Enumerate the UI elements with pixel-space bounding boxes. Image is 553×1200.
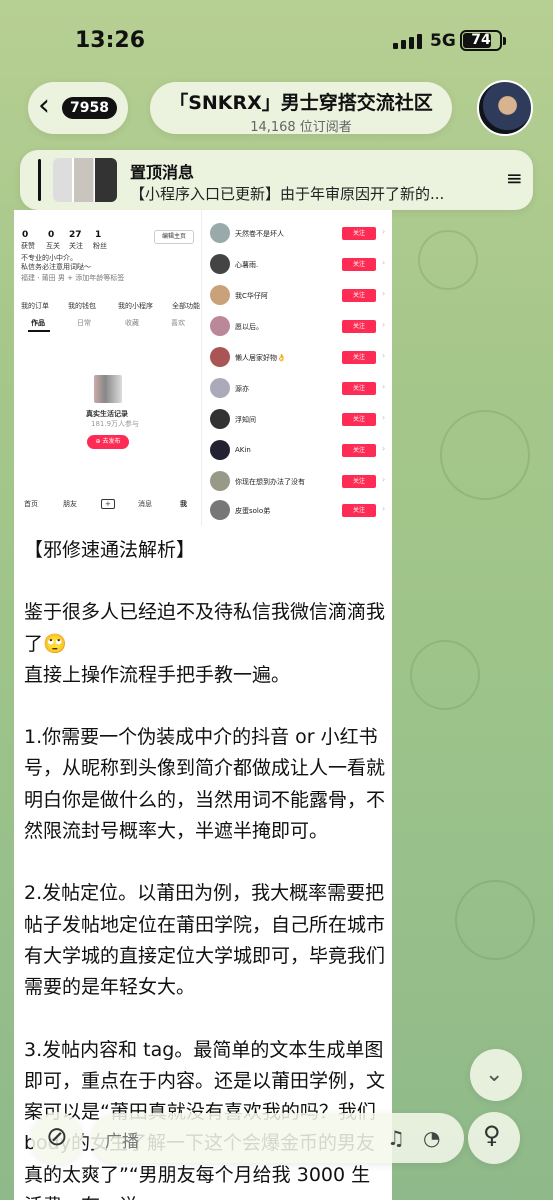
bio-line: 私信务必注意用词哒～ <box>21 263 91 271</box>
shortcut-label: 我的钱包 <box>68 302 96 310</box>
follow-row: 我C华仔阿 关注 › <box>210 285 386 307</box>
subscriber-count: 14,168 位订阅者 <box>250 120 352 135</box>
follow-row: 愿以后。 关注 › <box>210 316 386 338</box>
draft-title: 真实生活记录 <box>86 410 128 418</box>
microphone-icon: ♀ <box>483 1121 501 1149</box>
channel-avatar[interactable] <box>477 80 533 136</box>
tab-favorites: 收藏 <box>125 319 139 327</box>
stat-label: 获赞 <box>21 242 35 250</box>
message-paragraph: 2.发帖定位。以莆田为例，我大概率需要把帖子发帖地定位在莆田学院，自己所在城市有… <box>24 882 386 999</box>
stat-label: 互关 <box>46 242 60 250</box>
profile-screenshot: 0 获赞 0 互关 27 关注 1 粉丝 编辑主页 不专业的小中介。 私信务必注… <box>14 210 202 526</box>
nav-messages: 消息 <box>138 500 152 508</box>
background-doodle <box>418 230 478 290</box>
follow-row: 心薯雨. 关注 › <box>210 254 386 276</box>
follow-row: 懒人居家好物👌 关注 › <box>210 347 386 369</box>
message-image[interactable]: 0 获赞 0 互关 27 关注 1 粉丝 编辑主页 不专业的小中介。 私信务必注… <box>14 210 392 526</box>
battery-icon: 74 <box>460 30 506 51</box>
status-bar: 13:26 5G 74 <box>0 0 553 80</box>
tab-likes: 喜欢 <box>171 319 185 327</box>
pinned-title: 置顶消息 <box>130 163 195 182</box>
draft-thumbnail <box>94 375 122 403</box>
follow-list-screenshot: 天然卷不是坏人 关注 › 心薯雨. 关注 › 我C华仔阿 关注 › 愿以后。 关注 › 懒人居家… <box>204 210 392 526</box>
tab-daily: 日常 <box>77 319 91 327</box>
pinned-text: 【小程序入口已更新】由于年审原因开了新的... <box>130 185 445 203</box>
pinned-message-bar[interactable]: 置顶消息 【小程序入口已更新】由于年审原因开了新的... ≡ <box>20 150 533 210</box>
draft-subtitle: 181.9万人参与 <box>91 420 140 428</box>
follow-row: AKin 关注 › <box>210 440 386 462</box>
nav-home: 首页 <box>24 500 38 508</box>
pinned-thumbnail <box>53 158 117 202</box>
pinned-list-icon[interactable]: ≡ <box>506 166 523 190</box>
signal-icon <box>393 34 422 49</box>
clock: 13:26 <box>75 28 146 53</box>
chevron-down-icon: ⌄ <box>485 1062 504 1087</box>
profile-tags: 福建 · 莆田 男 + 添加年龄等标签 <box>21 274 125 282</box>
chevron-left-icon: ‹ <box>38 88 50 123</box>
background-doodle <box>455 880 535 960</box>
publish-button: ⊕ 去发布 <box>87 435 129 449</box>
message-bubble: 0 获赞 0 互关 27 关注 1 粉丝 编辑主页 不专业的小中介。 私信务必注… <box>14 210 392 1200</box>
stat-num: 27 <box>69 230 82 240</box>
follow-row: 浮知间 关注 › <box>210 409 386 431</box>
stat-num: 0 <box>22 230 29 240</box>
nav-plus: + <box>101 499 115 509</box>
shortcut-label: 我的订单 <box>21 302 49 310</box>
battery-level: 74 <box>471 32 491 48</box>
network-type: 5G <box>430 31 456 51</box>
broadcast-input[interactable]: 广播 ♫ ◔ <box>91 1113 464 1163</box>
shortcut-label: 全部功能 <box>172 302 200 310</box>
channel-title: 「SNKRX」男士穿搭交流社区 <box>169 92 433 114</box>
background-doodle <box>410 640 480 710</box>
back-button[interactable]: ‹ 7958 <box>28 82 128 134</box>
stat-label: 粉丝 <box>93 242 107 250</box>
message-text: 【邪修速通法解析】 鉴于很多人已经迫不及待私信我微信滴滴我了🙄 直接上操作流程手… <box>24 535 386 1200</box>
follow-row: 你现在想到办法了没有 关注 › <box>210 471 386 493</box>
channel-title-button[interactable]: 「SNKRX」男士穿搭交流社区 14,168 位订阅者 <box>150 82 452 135</box>
stat-num: 0 <box>48 230 55 240</box>
pinned-indicator <box>38 159 41 201</box>
microphone-button[interactable]: ♀ <box>468 1112 520 1164</box>
tab-works: 作品 <box>31 319 45 327</box>
shortcut-label: 我的小程序 <box>118 302 153 310</box>
nav-me: 我 <box>180 500 187 508</box>
unread-count-badge: 7958 <box>62 97 117 119</box>
message-paragraph: 1.你需要一个伪装成中介的抖音 or 小红书号，从昵称到头像到简介都做成让人一看… <box>24 726 386 843</box>
nav-friends: 朋友 <box>63 500 77 508</box>
background-doodle <box>440 410 530 500</box>
message-paragraph: 鉴于很多人已经迫不及待私信我微信滴滴我了🙄 直接上操作流程手把手教一遍。 <box>24 601 386 686</box>
bell-icon[interactable]: ♫ <box>387 1126 405 1150</box>
stat-label: 关注 <box>69 242 83 250</box>
input-placeholder: 广播 <box>105 1132 139 1152</box>
follow-row: 皮蛋solo弟 关注 › <box>210 500 386 522</box>
paperclip-icon: ⊘ <box>46 1122 68 1152</box>
edit-profile-button: 编辑主页 <box>154 230 194 244</box>
follow-row: 源亦 关注 › <box>210 378 386 400</box>
scroll-down-button[interactable]: ⌄ <box>470 1049 522 1101</box>
stat-num: 1 <box>95 230 102 240</box>
follow-row: 天然卷不是坏人 关注 › <box>210 223 386 245</box>
message-heading: 【邪修速通法解析】 <box>24 539 196 561</box>
attach-button[interactable]: ⊘ <box>31 1112 83 1164</box>
tab-underline <box>28 330 50 332</box>
timer-icon[interactable]: ◔ <box>423 1126 440 1150</box>
